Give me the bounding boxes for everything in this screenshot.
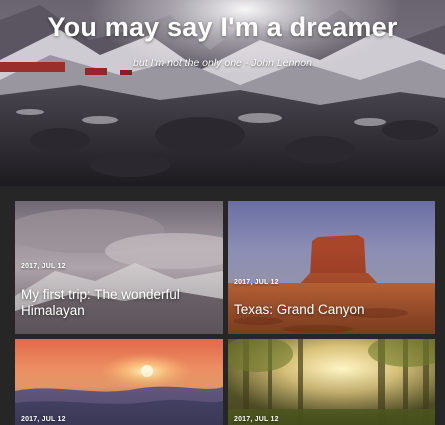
post-card[interactable]: 2017, JUL 12	[15, 339, 223, 425]
hero-subtitle: but I'm not the only one - John Lennon	[133, 57, 312, 69]
hero-title: You may say I'm a dreamer	[47, 12, 398, 42]
post-date: 2017, JUL 12	[234, 279, 279, 286]
post-card[interactable]: 2017, JUL 12 My first trip: The wonderfu…	[15, 201, 223, 334]
post-title[interactable]: My first trip: The wonderful Himalayan	[21, 287, 215, 319]
post-card[interactable]: 2017, JUL 12	[228, 339, 435, 425]
post-date: 2017, JUL 12	[21, 263, 66, 270]
post-date: 2017, JUL 12	[234, 416, 279, 423]
post-card[interactable]: 2017, JUL 12 Texas: Grand Canyon	[228, 201, 435, 334]
post-title[interactable]: Texas: Grand Canyon	[234, 302, 427, 318]
hero-banner: You may say I'm a dreamer but I'm not th…	[0, 0, 445, 186]
post-date: 2017, JUL 12	[21, 416, 66, 423]
